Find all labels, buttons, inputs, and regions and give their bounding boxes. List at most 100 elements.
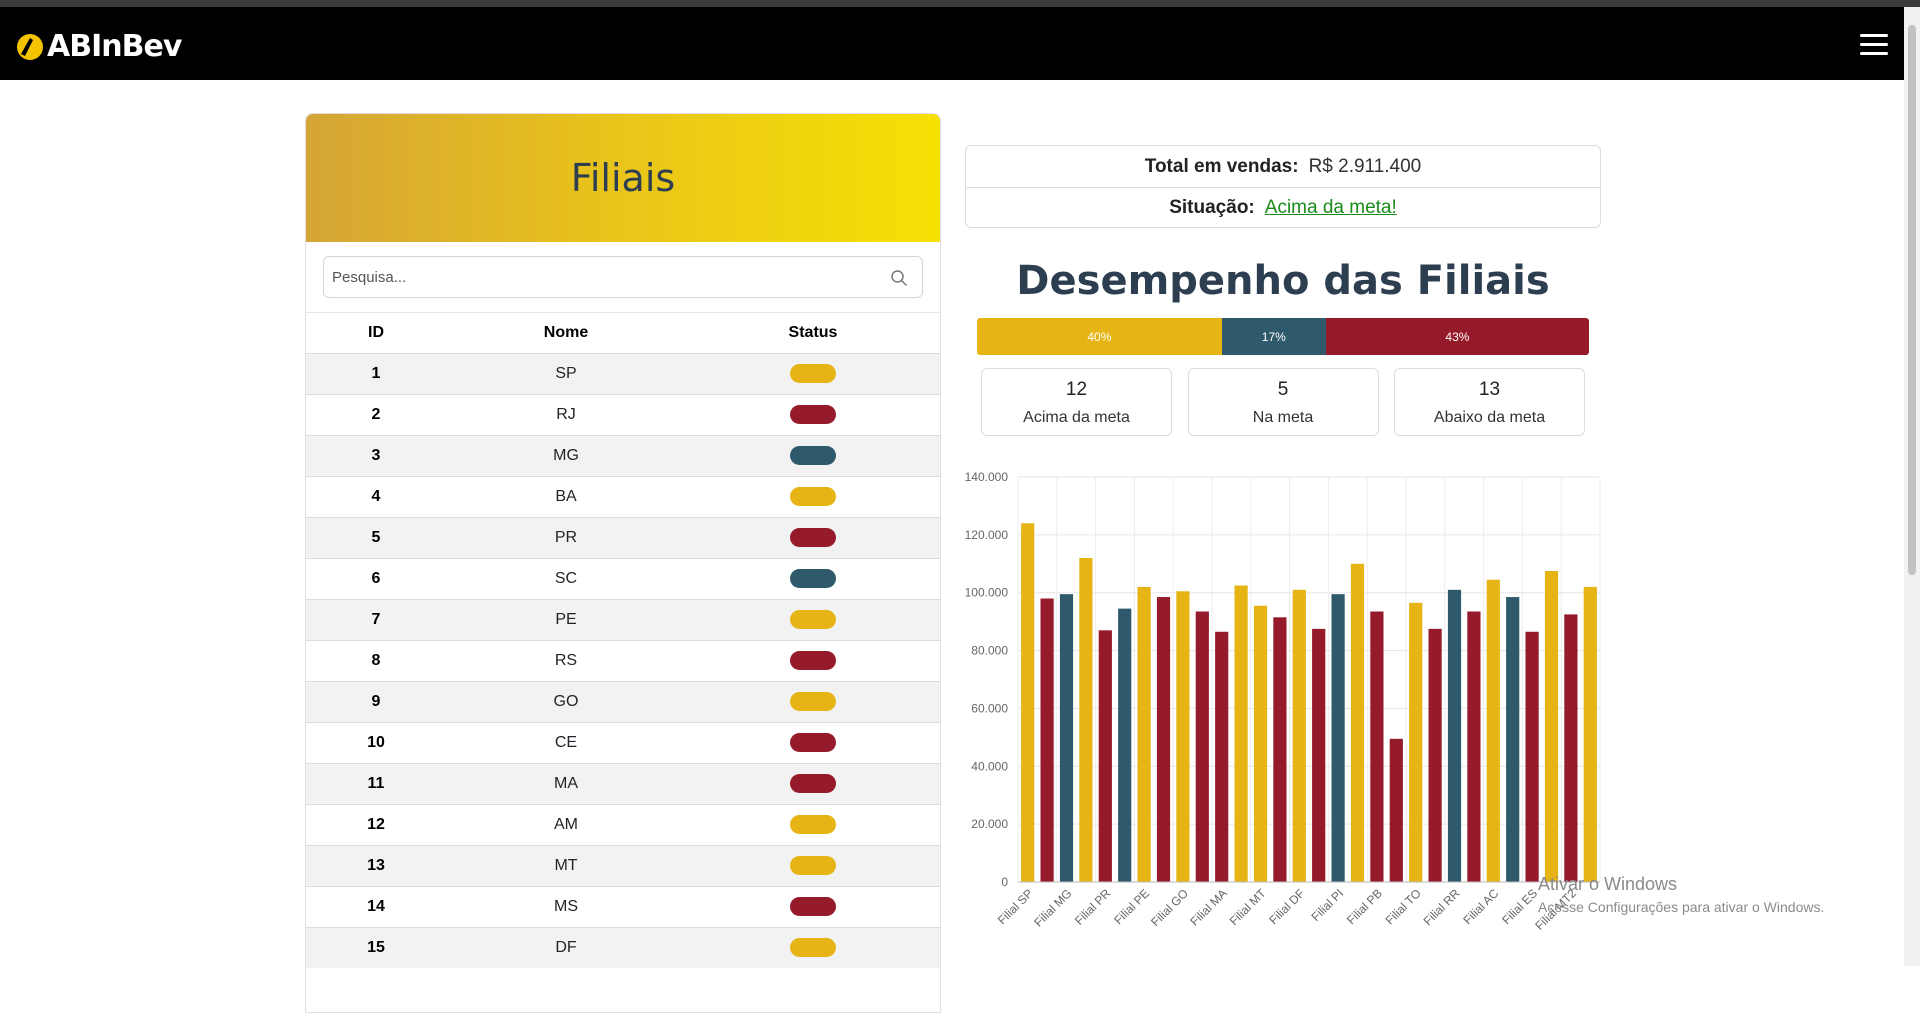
cell-status (686, 639, 940, 681)
chart-bar (1389, 738, 1403, 882)
filiais-table-body: 1 SP 2 RJ 3 MG 4 BA 5 PR 6 SC 7 PE 8 RS 9 GO 10 CE 11 MA 12 AM 1… (306, 352, 940, 968)
x-tick-label: Filial MA (1187, 886, 1229, 928)
table-row[interactable]: 5 PR (306, 516, 940, 558)
chart-bar (1583, 586, 1597, 882)
table-row[interactable]: 9 GO (306, 680, 940, 722)
status-badge (790, 815, 836, 834)
cell-status (686, 803, 940, 845)
table-row[interactable]: 8 RS (306, 639, 940, 681)
page-scrollbar[interactable] (1904, 7, 1920, 966)
cell-nome: SP (446, 352, 686, 394)
cell-nome: BA (446, 475, 686, 517)
status-badge (790, 774, 836, 793)
cell-nome: SC (446, 557, 686, 599)
brand-logo[interactable]: ABInBev (15, 29, 182, 64)
y-tick-label: 80.000 (971, 644, 1008, 658)
chart-bar (1098, 630, 1112, 882)
cell-nome: DF (446, 926, 686, 968)
status-badge (790, 405, 836, 424)
chart-bar (1118, 608, 1132, 882)
scrollbar-thumb[interactable] (1908, 25, 1916, 575)
chart-bar (1564, 614, 1578, 882)
column-header-nome[interactable]: Nome (446, 313, 686, 353)
table-row[interactable]: 12 AM (306, 803, 940, 845)
cell-id: 4 (306, 475, 446, 517)
hamburger-menu-icon[interactable] (1860, 34, 1888, 56)
cell-nome: RS (446, 639, 686, 681)
chart-bar (1506, 597, 1520, 882)
stat-card-na: 5 Na meta (1187, 368, 1379, 436)
performance-progress-bar: 40% 17% 43% (977, 318, 1589, 355)
y-tick-label: 60.000 (971, 701, 1008, 715)
stat-count: 5 (1277, 379, 1289, 400)
cell-status (686, 434, 940, 476)
sales-summary: Total em vendas: R$ 2.911.400 Situação: … (965, 145, 1601, 228)
status-badge (790, 364, 836, 383)
status-badge (790, 856, 836, 875)
status-badge (790, 569, 836, 588)
cell-nome: CE (446, 721, 686, 763)
table-row[interactable]: 1 SP (306, 352, 940, 394)
cell-id: 14 (306, 885, 446, 927)
status-badge (790, 897, 836, 916)
chart-bar (1467, 611, 1481, 882)
cell-id: 11 (306, 762, 446, 804)
chart-bar (1176, 591, 1190, 882)
search-area (306, 242, 940, 313)
chart-bar (1331, 594, 1345, 882)
total-sales-label: Total em vendas: (1144, 155, 1299, 177)
table-row[interactable]: 6 SC (306, 557, 940, 599)
cell-nome: AM (446, 803, 686, 845)
x-tick-label: Filial MT (1227, 886, 1269, 928)
cell-status (686, 721, 940, 763)
y-tick-label: 20.000 (971, 817, 1008, 831)
table-row[interactable]: 2 RJ (306, 393, 940, 435)
table-row[interactable]: 3 MG (306, 434, 940, 476)
chart-bar (1544, 571, 1559, 882)
total-sales-row: Total em vendas: R$ 2.911.400 (966, 146, 1600, 187)
y-tick-label: 120.000 (965, 528, 1009, 542)
chart-bar (1021, 523, 1035, 882)
cell-id: 12 (306, 803, 446, 845)
x-tick-label: Filial PE (1111, 886, 1152, 927)
table-row[interactable]: 14 MS (306, 885, 940, 927)
cell-status (686, 926, 940, 968)
chart-bar (1137, 586, 1151, 882)
stat-count: 13 (1478, 379, 1501, 400)
table-row[interactable]: 11 MA (306, 762, 940, 804)
cell-status (686, 516, 940, 558)
search-box (323, 256, 923, 298)
chart-bar (1409, 602, 1423, 882)
chart-bar (1312, 628, 1326, 882)
table-row[interactable]: 13 MT (306, 844, 940, 886)
cell-id: 15 (306, 926, 446, 968)
filiais-title: Filiais (570, 156, 676, 200)
windows-activation-watermark: Ativar o Windows Acesse Configurações pa… (1538, 874, 1824, 915)
stat-label: Abaixo da meta (1433, 409, 1546, 426)
column-header-id[interactable]: ID (306, 313, 446, 353)
chart-bar (1195, 611, 1209, 882)
x-tick-label: Filial TO (1383, 886, 1424, 927)
status-badge (790, 487, 836, 506)
search-icon[interactable] (890, 269, 908, 287)
cell-id: 9 (306, 680, 446, 722)
table-row[interactable]: 15 DF (306, 926, 940, 968)
watermark-subtitle: Acesse Configurações para ativar o Windo… (1538, 899, 1825, 915)
cell-nome: MS (446, 885, 686, 927)
cell-nome: MG (446, 434, 686, 476)
x-tick-label: Filial PI (1309, 886, 1347, 924)
total-sales-value: R$ 2.911.400 (1308, 155, 1422, 177)
search-input[interactable] (324, 257, 922, 297)
table-row[interactable]: 4 BA (306, 475, 940, 517)
cell-id: 3 (306, 434, 446, 476)
x-tick-label: Filial DF (1266, 886, 1307, 927)
cell-id: 7 (306, 598, 446, 640)
sales-bar-chart: 0 20.000 40.000 60.000 80.000 100.000 120.000 1… (960, 465, 1610, 966)
progress-segment: 17% (1221, 318, 1326, 355)
table-row[interactable]: 7 PE (306, 598, 940, 640)
chart-bar (1525, 631, 1539, 882)
chart-bar (1350, 563, 1365, 882)
column-header-status[interactable]: Status (686, 313, 940, 353)
table-row[interactable]: 10 CE (306, 721, 940, 763)
situation-link[interactable]: Acima da meta! (1265, 197, 1397, 219)
